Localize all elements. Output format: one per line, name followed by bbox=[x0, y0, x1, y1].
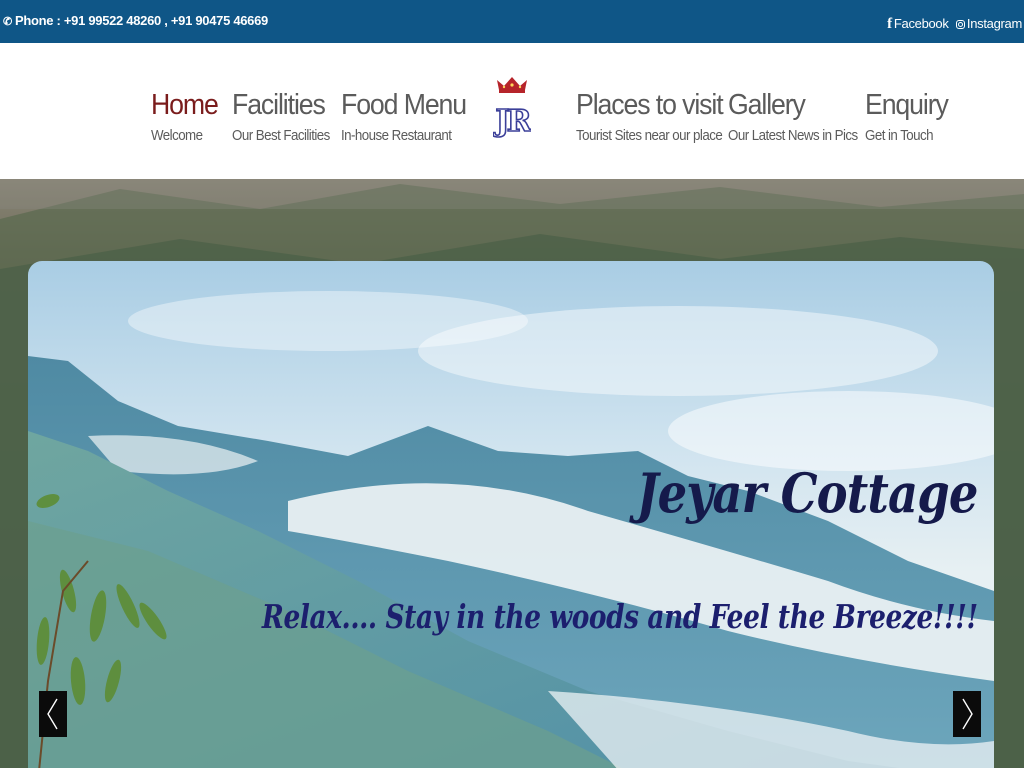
nav-subtitle: Tourist Sites near our place bbox=[576, 128, 723, 144]
top-bar: ✆ Phone : +91 99522 48260 , +91 90475 466… bbox=[0, 0, 1024, 43]
crown-icon bbox=[497, 77, 527, 93]
carousel-prev-button[interactable] bbox=[39, 691, 67, 737]
facebook-link[interactable]: f Facebook bbox=[887, 16, 949, 32]
chevron-right-icon bbox=[962, 698, 973, 730]
nav-gallery[interactable]: Gallery Our Latest News in Pics bbox=[728, 88, 869, 144]
phone-contact: ✆ Phone : +91 99522 48260 , +91 90475 466… bbox=[3, 13, 268, 28]
nav-title: Places to visit bbox=[576, 89, 724, 121]
social-links: f Facebook Instagram bbox=[883, 16, 1022, 33]
nav-title: Facilities bbox=[232, 89, 326, 121]
nav-subtitle: Our Best Facilities bbox=[232, 128, 330, 144]
nav-title: Enquiry bbox=[865, 89, 949, 121]
nav-home[interactable]: Home Welcome bbox=[151, 88, 224, 144]
nav-subtitle: In-house Restaurant bbox=[341, 128, 452, 144]
main-navbar: Home Welcome Facilities Our Best Facilit… bbox=[0, 43, 1024, 179]
phone-icon: ✆ bbox=[3, 16, 12, 28]
nav-subtitle: Get in Touch bbox=[865, 128, 934, 144]
hero-headline: Jeyar Cottage bbox=[636, 461, 979, 525]
facebook-icon: f bbox=[887, 16, 892, 32]
instagram-icon bbox=[955, 20, 965, 29]
nav-title: Food Menu bbox=[341, 89, 467, 121]
site-logo[interactable]: JR bbox=[492, 76, 536, 140]
nav-food-menu[interactable]: Food Menu In-house Restaurant bbox=[341, 88, 477, 144]
facebook-label: Facebook bbox=[893, 16, 949, 31]
nav-subtitle: Welcome bbox=[151, 128, 203, 144]
phone-text: Phone : +91 99522 48260 , +91 90475 4666… bbox=[15, 13, 268, 28]
nav-enquiry[interactable]: Enquiry Get in Touch bbox=[865, 88, 955, 144]
nav-title: Gallery bbox=[728, 89, 806, 121]
carousel-next-button[interactable] bbox=[953, 691, 981, 737]
instagram-label: Instagram bbox=[966, 16, 1022, 31]
hero-banner: Jeyar Cottage Relax.... Stay in the wood… bbox=[0, 179, 1024, 768]
nav-title: Home bbox=[151, 89, 219, 121]
chevron-left-icon bbox=[47, 698, 58, 730]
hero-tagline: Relax.... Stay in the woods and Feel the… bbox=[262, 597, 978, 636]
nav-subtitle: Our Latest News in Pics bbox=[728, 128, 858, 144]
instagram-link[interactable]: Instagram bbox=[955, 16, 1022, 31]
nav-facilities[interactable]: Facilities Our Best Facilities bbox=[232, 88, 338, 144]
nav-places-to-visit[interactable]: Places to visit Tourist Sites near our p… bbox=[576, 88, 735, 144]
logo-lettering: JR bbox=[493, 104, 531, 138]
